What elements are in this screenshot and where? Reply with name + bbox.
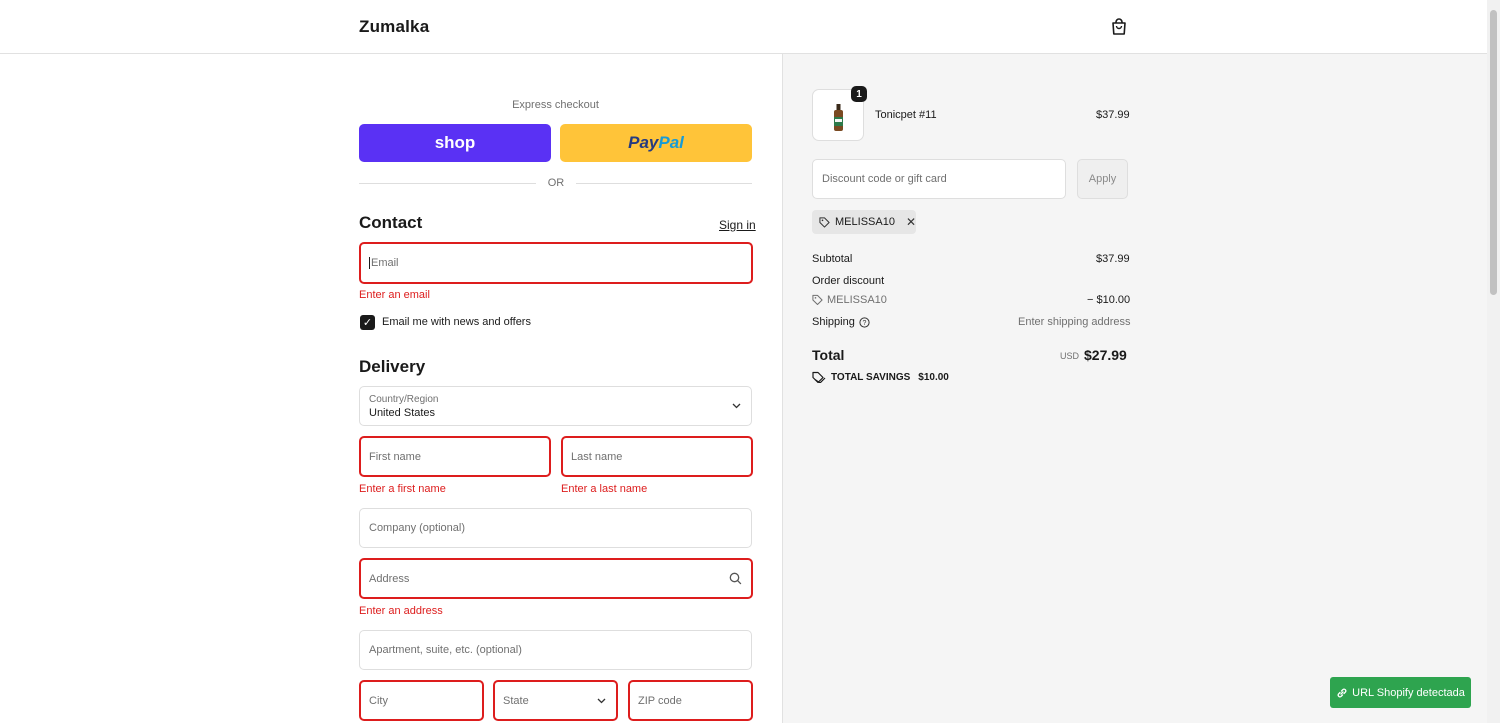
product-bottle-image (834, 104, 843, 131)
paypal-button[interactable]: Pay Pal (560, 124, 752, 162)
paypal-logo-part2: Pal (658, 133, 684, 152)
applied-code-label: MELISSA10 (835, 216, 895, 228)
total-savings: TOTAL SAVINGS $10.00 (812, 371, 949, 383)
tag-icon (812, 371, 826, 383)
tag-icon (812, 294, 823, 305)
country-select[interactable]: Country/Region United States (359, 386, 752, 426)
discount-code-label: MELISSA10 (827, 294, 887, 306)
applied-discount-chip: MELISSA10 ✕ (812, 210, 916, 234)
country-value: United States (369, 407, 436, 419)
express-checkout-title: Express checkout (512, 99, 599, 111)
help-icon[interactable]: ? (859, 317, 870, 328)
shopify-detected-button[interactable]: URL Shopify detectada (1330, 677, 1471, 708)
delivery-heading: Delivery (359, 357, 426, 376)
newsletter-checkbox[interactable]: ✓ (360, 315, 375, 330)
scrollbar-thumb[interactable] (1490, 10, 1497, 295)
last-name-field[interactable]: Last name (561, 436, 753, 477)
apply-discount-button[interactable]: Apply (1077, 159, 1128, 199)
shipping-value: Enter shipping address (1018, 316, 1131, 328)
shopping-bag-icon[interactable] (1109, 17, 1129, 37)
discount-value: − $10.00 (1087, 294, 1131, 306)
address-field[interactable]: Address (359, 558, 753, 599)
address-error: Enter an address (359, 605, 443, 617)
newsletter-label: Email me with news and offers (382, 316, 531, 328)
search-icon[interactable] (729, 572, 742, 585)
total-value: $27.99 (1084, 347, 1127, 363)
country-label: Country/Region (369, 394, 439, 405)
link-icon (1337, 688, 1347, 697)
shop-pay-button[interactable]: shop (359, 124, 551, 162)
product-name: Tonicpet #11 (875, 109, 937, 121)
first-name-field[interactable]: First name (359, 436, 551, 477)
total-label: Total (812, 347, 845, 363)
svg-text:?: ? (863, 320, 867, 327)
savings-label: TOTAL SAVINGS (831, 371, 911, 383)
currency-code: USD (1060, 351, 1080, 361)
zip-field[interactable]: ZIP code (628, 680, 753, 721)
city-field[interactable]: City (359, 680, 484, 721)
order-discount-label: Order discount (812, 275, 885, 287)
quantity-badge: 1 (851, 86, 867, 102)
subtotal-value: $37.99 (1096, 253, 1130, 265)
order-summary-panel (782, 54, 1487, 723)
email-field[interactable]: Email (359, 242, 753, 284)
email-error: Enter an email (359, 289, 430, 301)
page-scrollbar[interactable] (1487, 0, 1500, 723)
last-name-error: Enter a last name (561, 483, 648, 495)
chevron-down-icon (732, 403, 741, 409)
contact-heading: Contact (359, 213, 423, 232)
company-field[interactable]: Company (optional) (359, 508, 752, 548)
tag-icon (819, 217, 830, 228)
discount-code-input[interactable]: Discount code or gift card (812, 159, 1066, 199)
product-price: $37.99 (1096, 109, 1130, 121)
apartment-field[interactable]: Apartment, suite, etc. (optional) (359, 630, 752, 670)
email-placeholder: Email (369, 257, 399, 269)
sign-in-link[interactable]: Sign in (719, 218, 756, 232)
state-placeholder: State (503, 694, 529, 707)
subtotal-label: Subtotal (812, 253, 853, 265)
chevron-down-icon (597, 698, 606, 704)
or-label: OR (536, 177, 576, 189)
paypal-logo-part1: Pay (628, 133, 659, 152)
checkout-header: Zumalka (0, 0, 1487, 54)
savings-value: $10.00 (918, 371, 949, 383)
first-name-error: Enter a first name (359, 483, 446, 495)
remove-discount-icon[interactable]: ✕ (906, 215, 916, 229)
brand-logo[interactable]: Zumalka (359, 17, 429, 37)
shopify-detected-label: URL Shopify detectada (1352, 686, 1465, 699)
address-placeholder: Address (369, 572, 410, 585)
shipping-label: Shipping (812, 316, 855, 328)
